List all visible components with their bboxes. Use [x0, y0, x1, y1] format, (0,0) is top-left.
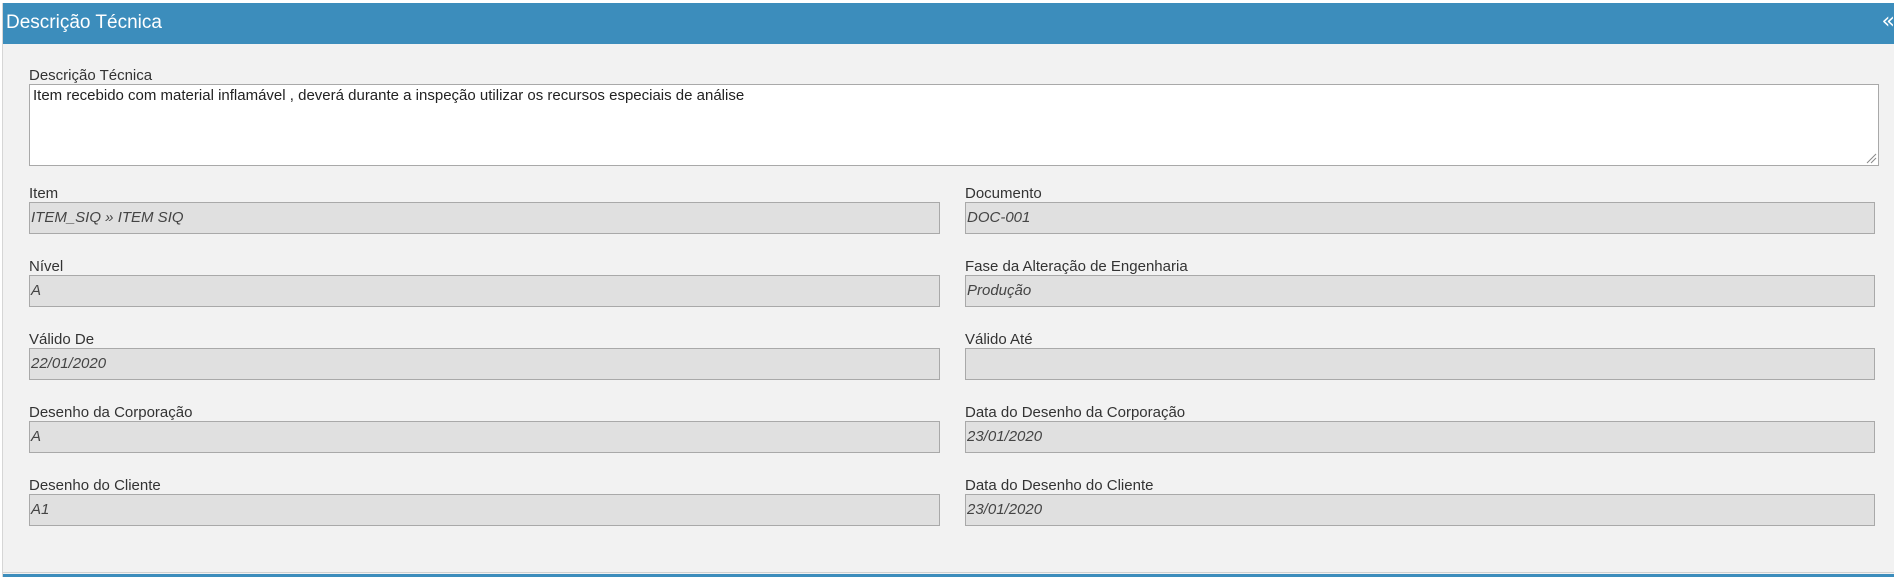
- item-label: Item: [29, 185, 59, 202]
- description-textarea[interactable]: Item recebido com material inflamável , …: [29, 84, 1879, 166]
- fase-label: Fase da Alteração de Engenharia: [965, 258, 1188, 275]
- documento-field[interactable]: DOC-001: [965, 202, 1875, 234]
- data-desenho-corporacao-label: Data do Desenho da Corporação: [965, 404, 1186, 421]
- data-desenho-corporacao-field[interactable]: 23/01/2020: [965, 421, 1875, 453]
- description-label: Descrição Técnica: [29, 67, 153, 84]
- panel-title: Descrição Técnica: [6, 12, 162, 33]
- desenho-corporacao-field[interactable]: A: [29, 421, 940, 453]
- valido-ate-field[interactable]: [965, 348, 1875, 380]
- desenho-cliente-label: Desenho do Cliente: [29, 477, 161, 494]
- fase-field[interactable]: Produção: [965, 275, 1875, 307]
- valido-de-label: Válido De: [29, 331, 95, 348]
- panel-divider: [3, 572, 1894, 573]
- item-field[interactable]: ITEM_SIQ » ITEM SIQ: [29, 202, 940, 234]
- nivel-label: Nível: [29, 258, 64, 275]
- desenho-cliente-field[interactable]: A1: [29, 494, 940, 526]
- collapse-icon[interactable]: «: [1882, 11, 1894, 33]
- data-desenho-cliente-label: Data do Desenho do Cliente: [965, 477, 1154, 494]
- valido-de-field[interactable]: 22/01/2020: [29, 348, 940, 380]
- panel-header[interactable]: Descrição Técnica «: [3, 3, 1894, 44]
- documento-label: Documento: [965, 185, 1042, 202]
- nivel-field[interactable]: A: [29, 275, 940, 307]
- resize-grip-icon[interactable]: [1865, 152, 1877, 164]
- valido-ate-label: Válido Até: [965, 331, 1033, 348]
- data-desenho-cliente-field[interactable]: 23/01/2020: [965, 494, 1875, 526]
- technical-description-panel: Descrição Técnica « Descrição Técnica It…: [2, 3, 1894, 577]
- desenho-corporacao-label: Desenho da Corporação: [29, 404, 193, 421]
- description-text: Item recebido com material inflamável , …: [33, 87, 745, 104]
